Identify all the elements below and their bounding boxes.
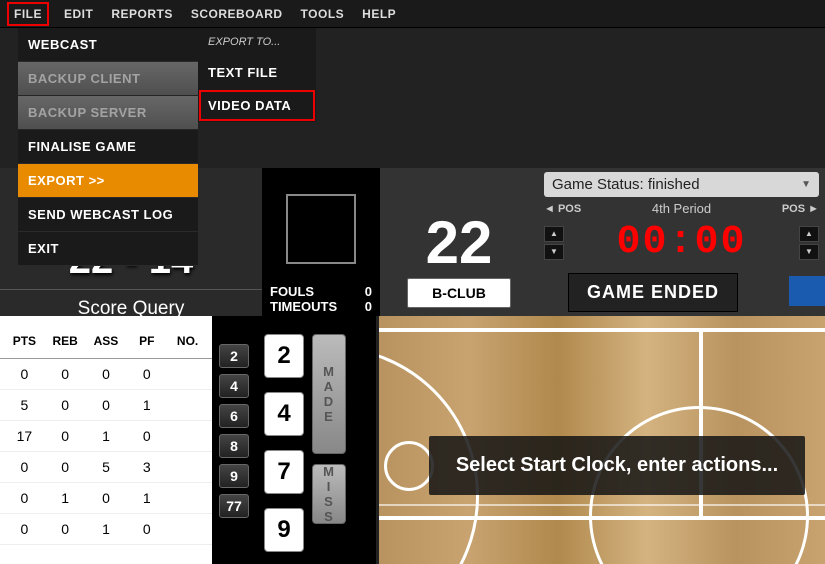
- center-score-panel: 22 B-CLUB: [380, 168, 538, 316]
- file-menu-exit[interactable]: EXIT: [18, 232, 198, 266]
- clock-minute-spinner: ▲ ▼: [544, 226, 564, 260]
- file-menu-backup-client[interactable]: BACKUP CLIENT: [18, 62, 198, 96]
- file-menu-finalise[interactable]: FINALISE GAME: [18, 130, 198, 164]
- export-text-file[interactable]: TEXT FILE: [198, 56, 316, 89]
- file-dropdown: WEBCAST BACKUP CLIENT BACKUP SERVER FINA…: [18, 28, 198, 266]
- col-no: NO.: [167, 334, 208, 348]
- timeouts-label: TIMEOUTS: [270, 299, 337, 314]
- file-menu-send-webcast-log[interactable]: SEND WEBCAST LOG: [18, 198, 198, 232]
- file-menu-backup-server[interactable]: BACKUP SERVER: [18, 96, 198, 130]
- col-reb: REB: [45, 334, 86, 348]
- table-row[interactable]: 0101: [0, 483, 212, 514]
- game-ended-button[interactable]: GAME ENDED: [568, 273, 738, 312]
- file-menu-webcast[interactable]: WEBCAST: [18, 28, 198, 62]
- minute-up[interactable]: ▲: [544, 226, 564, 242]
- period-label: 4th Period: [585, 201, 778, 216]
- table-row[interactable]: 17010: [0, 421, 212, 452]
- col-pts: PTS: [4, 334, 45, 348]
- points-4[interactable]: 4: [264, 392, 304, 436]
- second-down[interactable]: ▼: [799, 244, 819, 260]
- miss-button[interactable]: MISS: [312, 464, 346, 524]
- game-status-dropdown[interactable]: Game Status: finished ▼: [544, 172, 819, 197]
- jersey-number-column: 2 4 6 8 9 77: [212, 316, 256, 564]
- middle-panel: FOULS 0 TIMEOUTS 0: [262, 168, 380, 316]
- clock-second-spinner: ▲ ▼: [799, 226, 819, 260]
- player-stats-table: PTS REB ASS PF NO. 000050011701000530101…: [0, 316, 212, 564]
- game-clock: 00:00: [568, 220, 795, 265]
- points-7[interactable]: 7: [264, 450, 304, 494]
- jersey-2[interactable]: 2: [219, 344, 249, 368]
- menu-help[interactable]: HELP: [362, 7, 396, 21]
- fouls-value: 0: [365, 284, 372, 299]
- possession-right[interactable]: POS ►: [782, 203, 819, 215]
- second-up[interactable]: ▲: [799, 226, 819, 242]
- minute-down[interactable]: ▼: [544, 244, 564, 260]
- jersey-9[interactable]: 9: [219, 464, 249, 488]
- jersey-8[interactable]: 8: [219, 434, 249, 458]
- action-column: 2 4 7 9 MADE MISS: [256, 316, 376, 564]
- court-diagram[interactable]: Select Start Clock, enter actions...: [376, 316, 825, 564]
- export-submenu: EXPORT TO... TEXT FILE VIDEO DATA: [198, 28, 316, 122]
- table-row[interactable]: 0010: [0, 514, 212, 545]
- team-logo-placeholder: [286, 194, 356, 264]
- col-ass: ASS: [86, 334, 127, 348]
- stats-header: PTS REB ASS PF NO.: [0, 316, 212, 359]
- menu-edit[interactable]: EDIT: [64, 7, 93, 21]
- clock-panel: Game Status: finished ▼ ◄ POS 4th Period…: [538, 168, 825, 316]
- table-row[interactable]: 0000: [0, 359, 212, 390]
- team-score: 22: [426, 208, 493, 277]
- table-row[interactable]: 0053: [0, 452, 212, 483]
- possession-left[interactable]: ◄ POS: [544, 203, 581, 215]
- menu-reports[interactable]: REPORTS: [111, 7, 173, 21]
- export-submenu-header: EXPORT TO...: [198, 28, 316, 56]
- table-row[interactable]: 5001: [0, 390, 212, 421]
- file-menu-export[interactable]: EXPORT >>: [18, 164, 198, 198]
- blue-action-button[interactable]: [789, 276, 825, 306]
- menu-scoreboard[interactable]: SCOREBOARD: [191, 7, 283, 21]
- menu-file[interactable]: FILE: [10, 5, 46, 23]
- jersey-6[interactable]: 6: [219, 404, 249, 428]
- export-video-data[interactable]: VIDEO DATA: [198, 89, 316, 122]
- bottom-area: PTS REB ASS PF NO. 000050011701000530101…: [0, 316, 825, 564]
- col-pf: PF: [126, 334, 167, 348]
- team-button[interactable]: B-CLUB: [407, 278, 511, 308]
- jersey-77[interactable]: 77: [219, 494, 249, 518]
- jersey-4[interactable]: 4: [219, 374, 249, 398]
- points-2[interactable]: 2: [264, 334, 304, 378]
- timeouts-value: 0: [365, 299, 372, 314]
- fouls-label: FOULS: [270, 284, 314, 299]
- made-button[interactable]: MADE: [312, 334, 346, 454]
- game-status-label: Game Status: finished: [552, 176, 700, 193]
- court-instruction: Select Start Clock, enter actions...: [429, 436, 805, 495]
- menu-tools[interactable]: TOOLS: [301, 7, 345, 21]
- points-9[interactable]: 9: [264, 508, 304, 552]
- menubar: FILE EDIT REPORTS SCOREBOARD TOOLS HELP: [0, 0, 825, 28]
- chevron-down-icon: ▼: [801, 179, 811, 190]
